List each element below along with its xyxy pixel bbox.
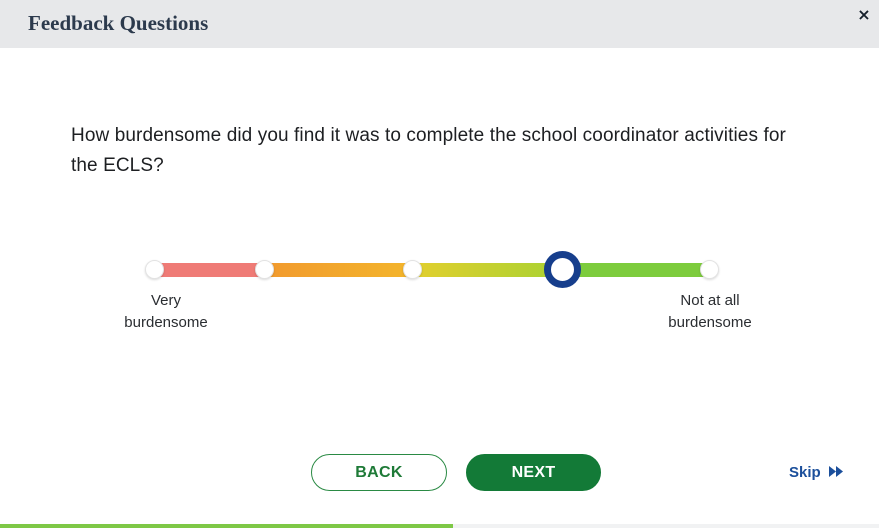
- scale-option-2[interactable]: [255, 260, 274, 279]
- scale-label-line: burdensome: [124, 314, 208, 331]
- scale-label-line: burdensome: [668, 314, 752, 331]
- scale-segment-1: [155, 263, 265, 277]
- scale-option-4-selected[interactable]: [544, 251, 581, 288]
- scale-segment-2: [265, 263, 413, 277]
- scale-segment-4: [563, 263, 710, 277]
- burden-rating-scale: Very burdensome Not at all burdensome: [0, 0, 879, 529]
- next-button[interactable]: NEXT: [466, 454, 601, 491]
- scale-label-line: Not at all: [680, 292, 740, 309]
- fast-forward-icon: [828, 462, 844, 484]
- scale-segment-3: [413, 263, 563, 277]
- scale-label-not-at-all-burdensome: Not at all burdensome: [650, 290, 770, 334]
- progress-bar-fill: [0, 524, 453, 528]
- scale-label-very-burdensome: Very burdensome: [106, 290, 226, 334]
- progress-bar: [0, 524, 879, 528]
- scale-option-1[interactable]: [145, 260, 164, 279]
- scale-option-5[interactable]: [700, 260, 719, 279]
- scale-option-3[interactable]: [403, 260, 422, 279]
- back-button[interactable]: BACK: [311, 454, 447, 491]
- skip-label: Skip: [789, 464, 821, 481]
- feedback-modal: Feedback Questions × How burdensome did …: [0, 0, 879, 529]
- skip-link[interactable]: Skip: [789, 462, 844, 484]
- scale-label-line: Very: [150, 292, 181, 309]
